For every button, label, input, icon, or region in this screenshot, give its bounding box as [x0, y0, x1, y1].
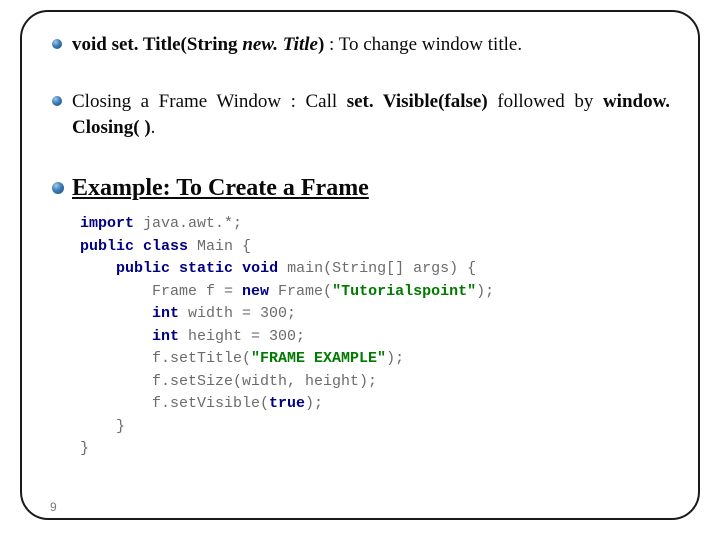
- text: followed by: [488, 91, 603, 112]
- kw: void: [242, 260, 278, 277]
- text-bold: set. Visible(false): [347, 91, 488, 112]
- code-text: height = 300;: [179, 328, 305, 345]
- code-text: main(String[] args) {: [278, 260, 476, 277]
- str: "Tutorialspoint": [332, 283, 476, 300]
- str: "FRAME EXAMPLE": [251, 350, 386, 367]
- code-text: Frame f =: [80, 283, 242, 300]
- kw: int: [152, 328, 179, 345]
- code-text: java.awt.*;: [134, 215, 242, 232]
- slide-frame: void set. Title(String new. Title) : To …: [20, 10, 700, 520]
- code-text: );: [305, 395, 323, 412]
- code-text: f.setSize(width, height);: [80, 373, 377, 390]
- code-text: [80, 328, 152, 345]
- kw: class: [143, 238, 188, 255]
- example-heading-text: Example: To Create a Frame: [72, 175, 369, 201]
- code-block: import java.awt.*; public class Main { p…: [50, 213, 670, 461]
- code-text: f.setTitle(: [80, 350, 251, 367]
- bullet-set-title: void set. Title(String new. Title) : To …: [50, 32, 670, 59]
- bullet-example-heading: Example: To Create a Frame: [50, 172, 670, 206]
- kw: true: [269, 395, 305, 412]
- page-number: 9: [50, 500, 57, 514]
- code-pre: import java.awt.*; public class Main { p…: [80, 213, 670, 461]
- code-text: width = 300;: [179, 305, 296, 322]
- text-bold: void set. Title(String: [72, 34, 242, 55]
- code-text: }: [80, 418, 125, 435]
- code-text: );: [386, 350, 404, 367]
- bullet-list: void set. Title(String new. Title) : To …: [50, 32, 670, 205]
- text: .: [151, 117, 156, 138]
- code-text: [80, 260, 116, 277]
- kw: public: [116, 260, 170, 277]
- code-text: [80, 305, 152, 322]
- kw: import: [80, 215, 134, 232]
- kw: public: [80, 238, 134, 255]
- code-text: Main {: [188, 238, 251, 255]
- code-text: f.setVisible(: [80, 395, 269, 412]
- code-text: Frame(: [269, 283, 332, 300]
- code-text: }: [80, 440, 89, 457]
- code-text: );: [476, 283, 494, 300]
- kw: static: [179, 260, 233, 277]
- bullet-closing: Closing a Frame Window : Call set. Visib…: [50, 89, 670, 142]
- text: Closing a Frame Window : Call: [72, 91, 347, 112]
- kw: new: [242, 283, 269, 300]
- text-param: new. Title: [242, 34, 318, 55]
- kw: int: [152, 305, 179, 322]
- text-desc: : To change window title.: [324, 34, 522, 55]
